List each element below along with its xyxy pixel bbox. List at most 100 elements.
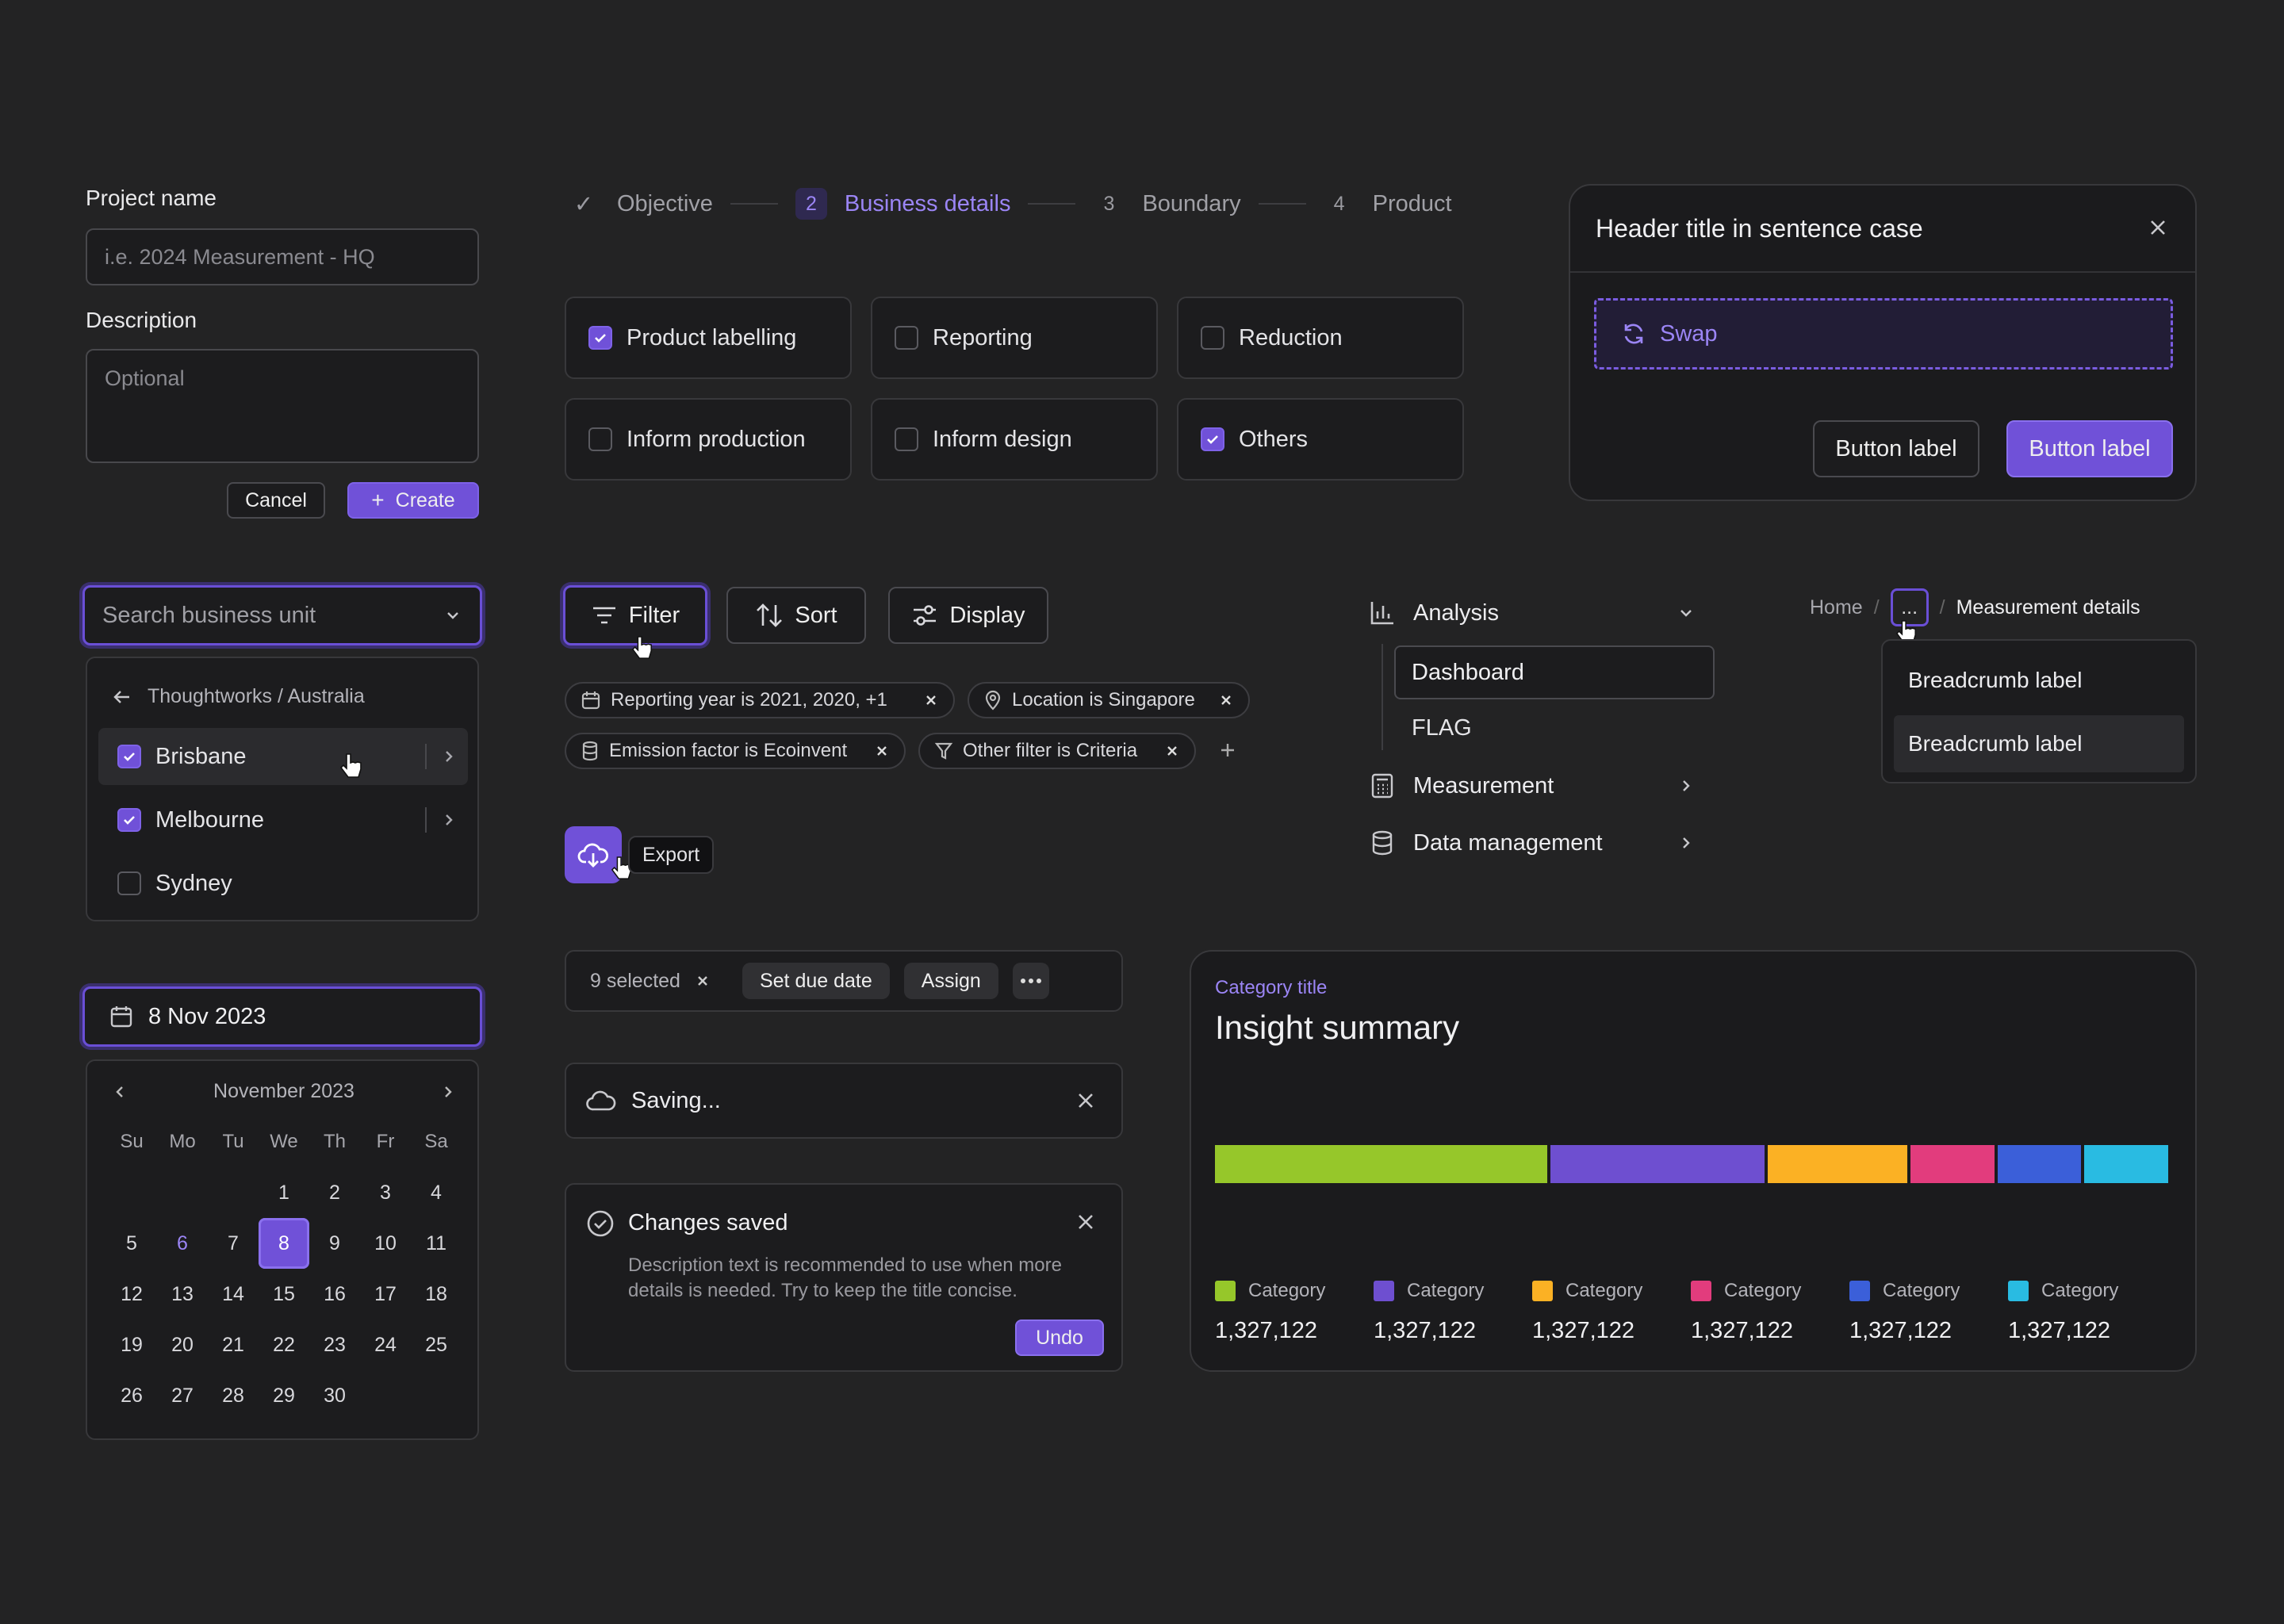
bar-segment[interactable] (2084, 1145, 2168, 1183)
bar-segment[interactable] (1910, 1145, 1995, 1183)
calendar-day[interactable]: 24 (360, 1320, 411, 1370)
chevron-left-icon[interactable] (111, 1082, 128, 1101)
nav-measurement[interactable]: Measurement (1369, 772, 1696, 799)
calendar-day[interactable]: 4 (411, 1167, 462, 1218)
checkbox-icon[interactable] (117, 871, 141, 895)
close-icon[interactable] (874, 743, 890, 759)
option-card[interactable]: Product labelling (565, 297, 852, 379)
undo-button[interactable]: Undo (1015, 1320, 1104, 1356)
filter-pill[interactable]: Other filter is Criteria (918, 733, 1196, 769)
calendar-day[interactable]: 15 (259, 1269, 309, 1320)
step-4-label[interactable]: Product (1373, 191, 1452, 217)
date-input[interactable]: 8 Nov 2023 (82, 986, 482, 1047)
bar-segment[interactable] (1997, 1145, 2082, 1183)
checkbox-icon[interactable] (895, 326, 918, 350)
description-textarea[interactable]: Optional (86, 349, 479, 463)
close-icon[interactable] (1218, 692, 1234, 708)
calendar-day[interactable]: 30 (309, 1370, 360, 1421)
calendar-day[interactable]: 3 (360, 1167, 411, 1218)
checkbox-icon[interactable] (1201, 326, 1224, 350)
step-2-label[interactable]: Business details (845, 191, 1011, 217)
add-filter-icon[interactable] (1217, 739, 1239, 761)
display-button[interactable]: Display (888, 587, 1048, 644)
checkbox-checked-icon[interactable] (117, 745, 141, 768)
chevron-right-icon[interactable] (439, 809, 458, 831)
calendar-day[interactable]: 27 (157, 1370, 208, 1421)
calendar-day[interactable]: 20 (157, 1320, 208, 1370)
calendar-day[interactable]: 13 (157, 1269, 208, 1320)
create-button[interactable]: + Create (347, 482, 479, 519)
dropdown-breadcrumb[interactable]: Thoughtworks / Australia (111, 685, 365, 708)
nav-flag[interactable]: FLAG (1412, 715, 1472, 741)
calendar-day[interactable]: 21 (208, 1320, 259, 1370)
chevron-right-icon[interactable] (439, 1082, 457, 1101)
option-card[interactable]: Inform production (565, 398, 852, 481)
calendar-day[interactable]: 8 (259, 1218, 309, 1269)
calendar-day[interactable]: 18 (411, 1269, 462, 1320)
filter-pill[interactable]: Emission factor is Ecoinvent (565, 733, 906, 769)
checkbox-checked-icon[interactable] (588, 326, 612, 350)
calendar-day[interactable]: 6 (157, 1218, 208, 1269)
project-name-input[interactable]: i.e. 2024 Measurement - HQ (86, 228, 479, 285)
checkbox-icon[interactable] (895, 427, 918, 451)
option-card[interactable]: Reporting (871, 297, 1158, 379)
calendar-day[interactable]: 16 (309, 1269, 360, 1320)
clear-selection-icon[interactable] (695, 973, 711, 989)
calendar-day[interactable]: 7 (208, 1218, 259, 1269)
list-item[interactable]: Sydney (98, 855, 468, 912)
chevron-right-icon[interactable] (439, 745, 458, 768)
close-icon[interactable] (923, 692, 939, 708)
calendar-day[interactable]: 25 (411, 1320, 462, 1370)
nav-analysis[interactable]: Analysis (1369, 599, 1696, 626)
nav-data-management[interactable]: Data management (1369, 829, 1696, 856)
breadcrumb-home[interactable]: Home (1810, 596, 1863, 619)
option-card[interactable]: Others (1177, 398, 1464, 481)
step-3-label[interactable]: Boundary (1142, 191, 1240, 217)
list-item[interactable]: Melbourne (98, 791, 468, 848)
bar-segment[interactable] (1550, 1145, 1765, 1183)
close-icon[interactable] (1074, 1089, 1098, 1113)
calendar-day[interactable]: 23 (309, 1320, 360, 1370)
sort-button[interactable]: Sort (726, 587, 866, 644)
assign-button[interactable]: Assign (903, 963, 998, 999)
calendar-day[interactable]: 28 (208, 1370, 259, 1421)
checkbox-checked-icon[interactable] (1201, 427, 1224, 451)
calendar-day[interactable]: 26 (106, 1370, 157, 1421)
calendar-day[interactable]: 19 (106, 1320, 157, 1370)
business-unit-select[interactable]: Search business unit (82, 585, 482, 645)
option-card[interactable]: Inform design (871, 398, 1158, 481)
option-card[interactable]: Reduction (1177, 297, 1464, 379)
calendar-day[interactable]: 17 (360, 1269, 411, 1320)
calendar-day[interactable]: 12 (106, 1269, 157, 1320)
checkbox-icon[interactable] (588, 427, 612, 451)
calendar-day[interactable]: 10 (360, 1218, 411, 1269)
breadcrumb-menu-item[interactable]: Breadcrumb label (1894, 715, 2184, 772)
primary-button[interactable]: Button label (2006, 420, 2173, 477)
calendar-day[interactable]: 2 (309, 1167, 360, 1218)
calendar-day[interactable]: 22 (259, 1320, 309, 1370)
list-item[interactable]: Brisbane (98, 728, 468, 785)
swap-slot[interactable]: Swap (1594, 298, 2173, 370)
calendar-day[interactable]: 5 (106, 1218, 157, 1269)
bar-segment[interactable] (1768, 1145, 1907, 1183)
secondary-button[interactable]: Button label (1813, 420, 1979, 477)
step-1-label[interactable]: Objective (617, 191, 713, 217)
close-icon[interactable] (1074, 1210, 1098, 1234)
calendar-day[interactable]: 11 (411, 1218, 462, 1269)
checkbox-checked-icon[interactable] (117, 808, 141, 832)
set-due-date-button[interactable]: Set due date (742, 963, 890, 999)
close-icon[interactable] (2144, 214, 2171, 241)
calendar-day[interactable]: 1 (259, 1167, 309, 1218)
bar-segment[interactable] (1215, 1145, 1548, 1183)
calendar-day[interactable]: 29 (259, 1370, 309, 1421)
filter-pill[interactable]: Reporting year is 2021, 2020, +1 (565, 682, 955, 718)
breadcrumb-menu-item[interactable]: Breadcrumb label (1894, 652, 2184, 709)
calendar-day[interactable]: 9 (309, 1218, 360, 1269)
nav-dashboard[interactable]: Dashboard (1394, 645, 1715, 699)
arrow-left-icon[interactable] (111, 686, 133, 708)
more-options-icon[interactable] (1012, 963, 1049, 999)
calendar-day[interactable]: 14 (208, 1269, 259, 1320)
close-icon[interactable] (1164, 743, 1180, 759)
cancel-button[interactable]: Cancel (227, 482, 325, 519)
filter-pill[interactable]: Location is Singapore (968, 682, 1250, 718)
